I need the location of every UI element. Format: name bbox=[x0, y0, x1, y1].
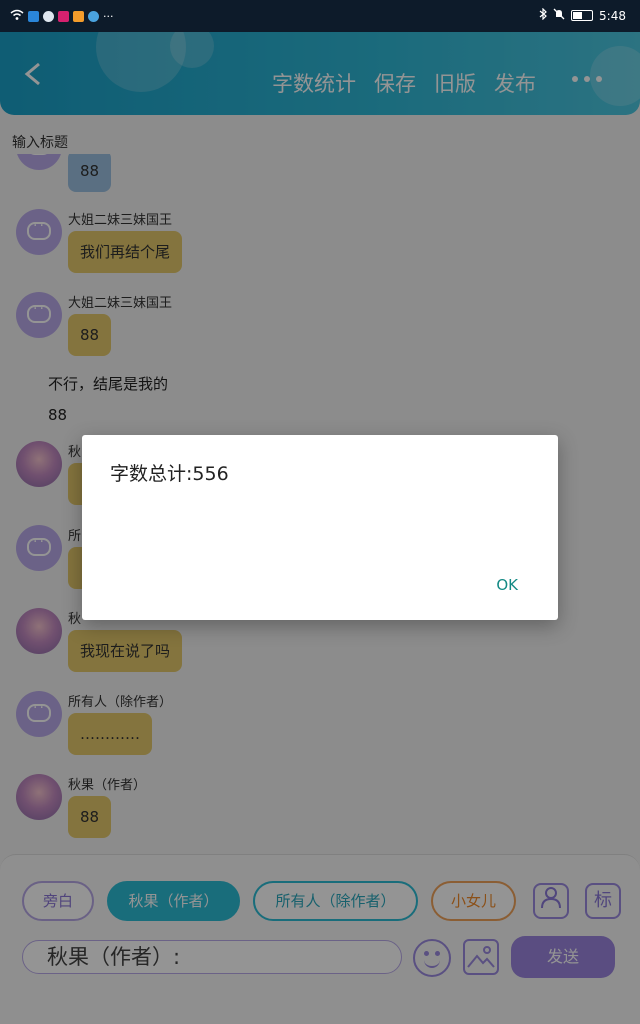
word-count-dialog: 字数总计:556 OK bbox=[82, 435, 558, 620]
cloud-icon bbox=[43, 11, 54, 22]
bluetooth-icon bbox=[539, 7, 547, 23]
dialog-message: 字数总计:556 bbox=[110, 463, 229, 485]
mute-icon bbox=[553, 8, 565, 23]
wifi-icon bbox=[10, 9, 24, 24]
status-left-icons: ··· bbox=[10, 9, 114, 24]
play-icon bbox=[73, 11, 84, 22]
status-time: 5:48 bbox=[599, 8, 626, 23]
status-bar: ··· 5:48 bbox=[0, 0, 640, 32]
ok-button[interactable]: OK bbox=[496, 576, 518, 594]
more-dots-icon: ··· bbox=[103, 10, 114, 23]
app-badge-icon bbox=[58, 11, 69, 22]
weather-icon bbox=[88, 11, 99, 22]
battery-icon bbox=[571, 10, 594, 21]
privacy-icon bbox=[28, 11, 39, 22]
